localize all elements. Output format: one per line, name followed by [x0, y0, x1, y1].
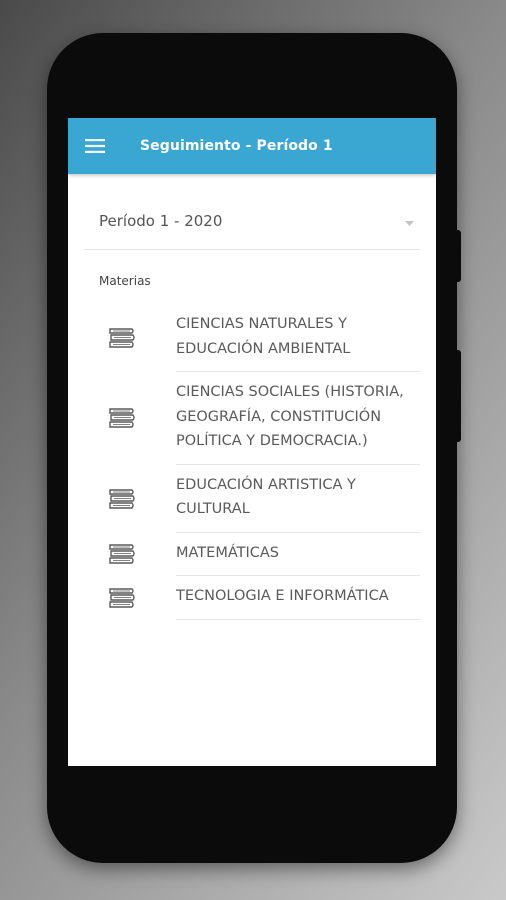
phone-volume-button: [456, 350, 461, 442]
list-item[interactable]: EDUCACIÓN ARTISTICA Y CULTURAL: [68, 465, 436, 533]
list-item[interactable]: CIENCIAS NATURALES Y EDUCACIÓN AMBIENTAL: [68, 304, 436, 372]
page-title: Seguimiento - Período 1: [140, 138, 333, 154]
subject-name: TECNOLOGIA E INFORMÁTICA: [176, 576, 420, 620]
period-select-value: Período 1 - 2020: [99, 211, 223, 230]
books-icon: [68, 533, 176, 577]
list-item[interactable]: CIENCIAS SOCIALES (HISTORIA, GEOGRAFÍA, …: [68, 372, 436, 465]
subject-name: EDUCACIÓN ARTISTICA Y CULTURAL: [176, 465, 420, 533]
hamburger-menu-icon[interactable]: [68, 118, 122, 174]
list-item[interactable]: MATEMÁTICAS: [68, 533, 436, 577]
app-screen: Seguimiento - Período 1 Período 1 - 2020…: [68, 118, 436, 766]
dropdown-arrow-icon: [405, 212, 414, 231]
app-bar: Seguimiento - Período 1: [68, 118, 436, 174]
subject-name: CIENCIAS NATURALES Y EDUCACIÓN AMBIENTAL: [176, 304, 420, 372]
subject-list: CIENCIAS NATURALES Y EDUCACIÓN AMBIENTAL…: [68, 304, 436, 620]
books-icon: [68, 372, 176, 465]
subject-name: MATEMÁTICAS: [176, 533, 420, 576]
books-icon: [68, 304, 176, 372]
list-item[interactable]: TECNOLOGIA E INFORMÁTICA: [68, 576, 436, 620]
books-icon: [68, 465, 176, 533]
phone-side-button: [456, 230, 461, 282]
books-icon: [68, 576, 176, 620]
period-select[interactable]: Período 1 - 2020: [84, 192, 420, 250]
subject-name: CIENCIAS SOCIALES (HISTORIA, GEOGRAFÍA, …: [176, 372, 420, 465]
section-label: Materias: [99, 274, 151, 288]
